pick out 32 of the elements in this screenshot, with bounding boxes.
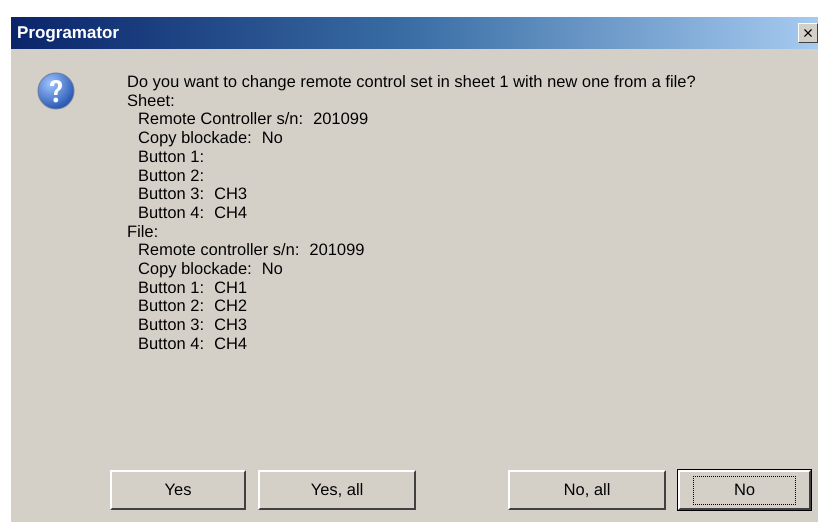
field-label: Button 4: xyxy=(138,334,204,354)
window-title: Programator xyxy=(17,23,120,43)
field-value: 201099 xyxy=(309,241,364,260)
message-text: Do you want to change remote control set in sheet 1 with new one from a file? xyxy=(127,73,696,92)
field-value: 201099 xyxy=(313,110,368,130)
section-heading: File: xyxy=(127,222,160,242)
dialog-button[interactable]: Yes, all xyxy=(258,470,416,510)
field-label: Button 4: xyxy=(138,204,204,223)
field-label: Button 1: xyxy=(138,278,204,298)
field-label: Button 1: xyxy=(138,148,204,167)
field-value: CH3 xyxy=(214,185,248,204)
section-heading: Sheet: xyxy=(127,92,176,110)
field-label: Copy blockade: xyxy=(138,129,252,148)
close-button[interactable]: × xyxy=(798,23,818,43)
field-value: CH2 xyxy=(214,297,248,316)
field-label: Remote controller s/n: xyxy=(138,241,300,260)
field-value: CH4 xyxy=(214,204,248,223)
field-value: CH4 xyxy=(214,334,248,354)
field-value: CH1 xyxy=(214,278,248,298)
dialog-button[interactable]: No, all xyxy=(508,470,666,510)
field-label: Button 3: xyxy=(138,185,204,204)
dialog-button[interactable]: Yes xyxy=(110,470,246,510)
field-label: Copy blockade: xyxy=(138,260,252,279)
field-label: Button 2: xyxy=(138,166,204,186)
field-label: Remote Controller s/n: xyxy=(138,110,304,130)
field-label: Button 3: xyxy=(138,316,204,335)
field-label: Button 2: xyxy=(138,297,204,316)
question-icon xyxy=(37,72,75,110)
dialog-button[interactable]: No xyxy=(678,470,811,510)
field-value: No xyxy=(262,260,283,279)
field-value: No xyxy=(262,129,283,148)
field-value: CH3 xyxy=(214,316,248,335)
